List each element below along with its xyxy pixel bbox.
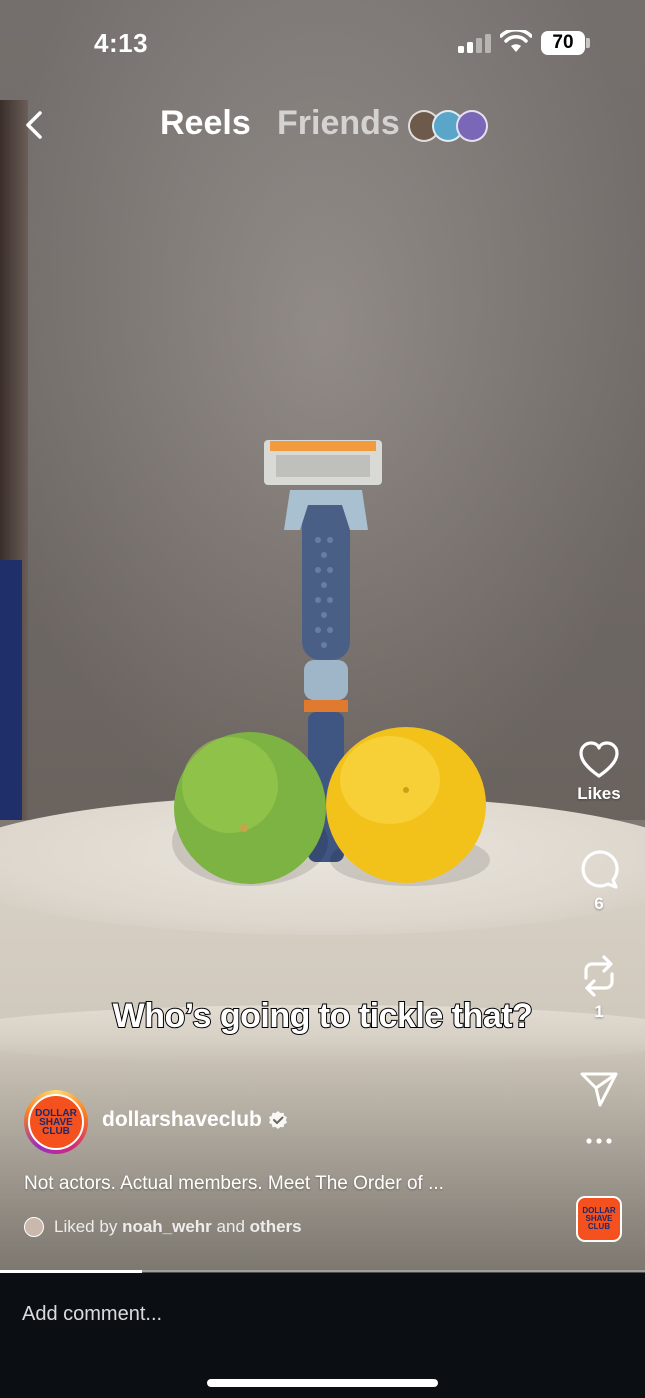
battery-level: 70 bbox=[541, 31, 585, 55]
lime-image bbox=[172, 732, 328, 886]
more-action[interactable] bbox=[560, 1136, 638, 1146]
add-comment-input[interactable]: Add comment... bbox=[22, 1303, 162, 1326]
like-action[interactable]: Likes bbox=[560, 740, 638, 804]
status-bar: 4:13 70 bbox=[0, 0, 645, 88]
tab-reels[interactable]: Reels bbox=[160, 104, 251, 143]
owner-avatar[interactable]: DOLLAR SHAVE CLUB bbox=[24, 1090, 88, 1154]
liked-others[interactable]: others bbox=[250, 1217, 302, 1236]
friend-avatars[interactable] bbox=[408, 110, 488, 142]
cellular-signal-icon bbox=[458, 34, 491, 53]
friend-avatar bbox=[456, 110, 488, 142]
reels-header: Reels Friends bbox=[0, 96, 645, 156]
heart-icon[interactable] bbox=[578, 740, 620, 780]
logo-text: DOLLAR SHAVE CLUB bbox=[35, 1107, 77, 1137]
share-action[interactable] bbox=[560, 1070, 638, 1108]
audio-track-thumbnail[interactable]: DOLLAR SHAVE CLUB bbox=[576, 1196, 622, 1242]
liked-prefix: Liked by bbox=[54, 1217, 118, 1236]
tab-friends[interactable]: Friends bbox=[277, 104, 400, 143]
liker-avatar bbox=[24, 1217, 44, 1237]
battery-cap bbox=[586, 38, 590, 48]
status-time: 4:13 bbox=[94, 28, 149, 58]
reel-video[interactable] bbox=[0, 0, 645, 1272]
owner-username[interactable]: dollarshaveclub bbox=[102, 1108, 262, 1132]
audio-logo-text: DOLLAR SHAVE CLUB bbox=[582, 1206, 616, 1231]
comment-action[interactable]: 6 bbox=[560, 848, 638, 914]
repost-icon[interactable] bbox=[578, 954, 620, 998]
dollar-shave-club-logo: DOLLAR SHAVE CLUB bbox=[28, 1094, 84, 1150]
home-indicator bbox=[207, 1379, 438, 1387]
video-subtitle: Who’s going to tickle that? bbox=[112, 996, 534, 1036]
comments-count: 6 bbox=[594, 894, 604, 913]
send-paper-plane-icon[interactable] bbox=[579, 1070, 619, 1108]
more-options-icon[interactable] bbox=[584, 1136, 614, 1146]
comment-bar: Add comment... bbox=[0, 1273, 645, 1398]
likes-label: Likes bbox=[577, 784, 621, 803]
wifi-icon bbox=[500, 30, 532, 52]
verified-badge-icon bbox=[269, 1111, 287, 1129]
reels-screen: 4:13 70 Reels Friends Likes 6 1 Who’s go… bbox=[0, 0, 645, 1398]
liked-and: and bbox=[216, 1217, 245, 1236]
bottom-gradient bbox=[0, 1040, 645, 1272]
comment-bubble-icon[interactable] bbox=[578, 848, 620, 890]
liked-by-text: Liked by noah_wehr and others bbox=[54, 1217, 302, 1237]
liked-username[interactable]: noah_wehr bbox=[122, 1217, 212, 1236]
post-owner: DOLLAR SHAVE CLUB dollarshaveclub bbox=[24, 1090, 524, 1154]
post-caption[interactable]: Not actors. Actual members. Meet The Ord… bbox=[24, 1173, 444, 1195]
lemon-image bbox=[326, 727, 490, 886]
back-chevron-icon[interactable] bbox=[20, 108, 50, 142]
